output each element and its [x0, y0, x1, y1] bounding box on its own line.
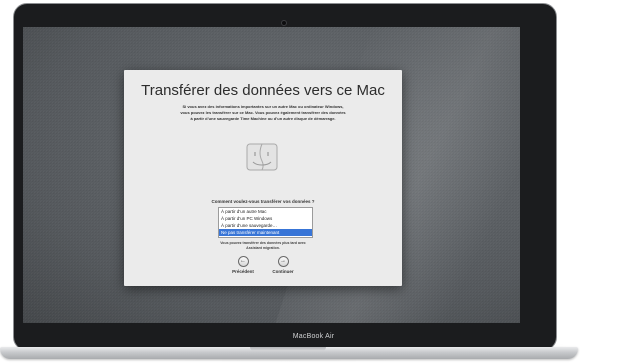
- camera-icon: [281, 20, 287, 26]
- intro-line: à partir d’une sauvegarde Time Machine o…: [190, 116, 336, 121]
- laptop-base: [0, 347, 578, 359]
- transfer-question: Comment voulez-vous transférer vos donné…: [211, 199, 315, 204]
- intro-text: Si vous avez des informations importante…: [154, 104, 372, 122]
- brand-label: MacBook Air: [292, 333, 335, 340]
- lid-notch: [250, 347, 326, 351]
- back-button[interactable]: ← Précédent: [228, 256, 258, 274]
- option-other-mac[interactable]: À partir d’un autre Mac: [219, 208, 312, 215]
- transfer-options-list[interactable]: À partir d’un autre Mac À partir d’un PC…: [218, 207, 313, 238]
- option-backup[interactable]: À partir d’une sauvegarde…: [219, 222, 312, 229]
- back-arrow-icon: ←: [237, 256, 249, 267]
- dialog-title: Transférer des données vers ce Mac: [141, 82, 385, 99]
- desktop-screen: Transférer des données vers ce Mac Si vo…: [23, 27, 520, 323]
- note-line: Assistant migration.: [246, 246, 280, 250]
- forward-arrow-icon: →: [277, 256, 289, 267]
- finder-icon: [246, 143, 278, 171]
- back-label: Précédent: [232, 269, 254, 274]
- continue-button[interactable]: → Continuer: [268, 256, 298, 274]
- option-windows-pc[interactable]: À partir d’un PC Windows: [219, 215, 312, 222]
- option-dont-transfer[interactable]: Ne pas transférer maintenant: [219, 229, 312, 236]
- continue-label: Continuer: [272, 269, 294, 274]
- migration-note: Vous pouvez transférer des données plus …: [214, 241, 312, 251]
- migration-dialog: Transférer des données vers ce Mac Si vo…: [124, 70, 402, 286]
